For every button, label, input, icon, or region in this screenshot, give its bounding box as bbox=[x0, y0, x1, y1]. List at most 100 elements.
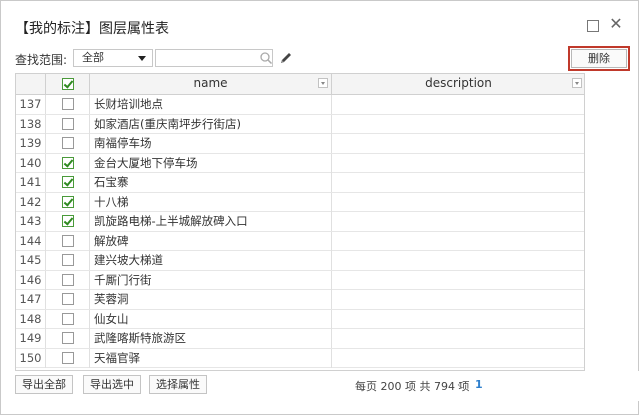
description-cell[interactable] bbox=[332, 251, 584, 270]
description-cell[interactable] bbox=[332, 271, 584, 290]
table-row[interactable]: 147 芙蓉洞 bbox=[16, 290, 584, 310]
select-all-header bbox=[46, 74, 90, 94]
row-number: 141 bbox=[16, 173, 46, 192]
row-checkbox[interactable] bbox=[62, 156, 74, 169]
fade-overlay bbox=[473, 371, 640, 401]
row-select-cell bbox=[46, 348, 90, 368]
table-row[interactable]: 149 武隆喀斯特旅游区 bbox=[16, 329, 584, 349]
name-cell[interactable]: 长财培训地点 bbox=[90, 95, 332, 114]
maximize-icon[interactable] bbox=[587, 20, 599, 32]
row-number: 150 bbox=[16, 348, 46, 368]
column-header-description-label: description bbox=[425, 76, 492, 90]
row-checkbox[interactable] bbox=[62, 215, 74, 227]
name-cell[interactable]: 千厮门行街 bbox=[90, 270, 332, 290]
chevron-down-icon bbox=[138, 56, 146, 61]
table-row[interactable]: 145 建兴坡大梯道 bbox=[16, 251, 584, 271]
description-cell[interactable] bbox=[332, 154, 584, 173]
table-row[interactable]: 143 凯旋路电梯-上半城解放碑入口 bbox=[16, 212, 584, 232]
name-cell[interactable]: 石宝寨 bbox=[90, 173, 332, 192]
row-number: 138 bbox=[16, 114, 46, 134]
row-select-cell bbox=[46, 290, 90, 309]
choose-attributes-button[interactable]: 选择属性 bbox=[149, 375, 207, 394]
row-select-cell bbox=[46, 212, 90, 231]
export-all-button[interactable]: 导出全部 bbox=[15, 375, 73, 394]
row-number: 139 bbox=[16, 134, 46, 153]
row-checkbox[interactable] bbox=[62, 117, 74, 130]
description-cell[interactable] bbox=[332, 232, 584, 251]
description-cell[interactable] bbox=[332, 115, 584, 134]
row-select-cell bbox=[46, 192, 90, 212]
row-select-cell bbox=[46, 309, 90, 329]
row-checkbox[interactable] bbox=[62, 312, 74, 325]
row-checkbox[interactable] bbox=[62, 351, 74, 364]
close-icon[interactable]: ✕ bbox=[609, 16, 623, 32]
name-cell[interactable]: 凯旋路电梯-上半城解放碑入口 bbox=[90, 212, 332, 231]
row-checkbox[interactable] bbox=[62, 273, 74, 286]
description-cell[interactable] bbox=[332, 290, 584, 309]
description-cell[interactable] bbox=[332, 134, 584, 153]
name-cell[interactable]: 南福停车场 bbox=[90, 134, 332, 153]
row-select-cell bbox=[46, 153, 90, 173]
scope-select[interactable]: 全部 bbox=[73, 49, 153, 67]
description-cell[interactable] bbox=[332, 193, 584, 212]
table-row[interactable]: 146 千厮门行街 bbox=[16, 270, 584, 290]
table-row[interactable]: 137 长财培训地点 bbox=[16, 95, 584, 115]
table-row[interactable]: 148 仙女山 bbox=[16, 309, 584, 329]
row-number: 148 bbox=[16, 309, 46, 329]
row-select-cell bbox=[46, 95, 90, 114]
name-cell[interactable]: 芙蓉洞 bbox=[90, 290, 332, 309]
name-cell[interactable]: 十八梯 bbox=[90, 192, 332, 212]
table-row[interactable]: 138 如家酒店(重庆南坪步行街店) bbox=[16, 114, 584, 134]
name-cell[interactable]: 解放碑 bbox=[90, 231, 332, 251]
row-checkbox[interactable] bbox=[62, 137, 74, 149]
table-row[interactable]: 142 十八梯 bbox=[16, 192, 584, 212]
name-cell[interactable]: 天福官驿 bbox=[90, 348, 332, 368]
row-select-cell bbox=[46, 251, 90, 270]
row-checkbox[interactable] bbox=[62, 254, 74, 266]
row-select-cell bbox=[46, 329, 90, 348]
name-cell[interactable]: 金台大厦地下停车场 bbox=[90, 153, 332, 173]
name-cell[interactable]: 如家酒店(重庆南坪步行街店) bbox=[90, 114, 332, 134]
row-checkbox[interactable] bbox=[62, 176, 74, 188]
table-row[interactable]: 140 金台大厦地下停车场 bbox=[16, 153, 584, 173]
description-cell[interactable] bbox=[332, 349, 584, 368]
name-cell[interactable]: 武隆喀斯特旅游区 bbox=[90, 329, 332, 348]
name-cell[interactable]: 建兴坡大梯道 bbox=[90, 251, 332, 270]
name-cell[interactable]: 仙女山 bbox=[90, 309, 332, 329]
row-select-cell bbox=[46, 270, 90, 290]
search-input[interactable] bbox=[155, 49, 273, 67]
description-cell[interactable] bbox=[332, 310, 584, 329]
select-all-checkbox[interactable] bbox=[62, 78, 74, 90]
row-number: 146 bbox=[16, 270, 46, 290]
row-number: 142 bbox=[16, 192, 46, 212]
export-selected-button[interactable]: 导出选中 bbox=[83, 375, 141, 394]
column-header-description[interactable]: description bbox=[332, 74, 584, 94]
filter-icon[interactable] bbox=[572, 78, 582, 88]
row-checkbox[interactable] bbox=[62, 98, 74, 110]
pagination-info: 每页 200 项 共 794 项 bbox=[355, 380, 470, 393]
column-header-name[interactable]: name bbox=[90, 74, 332, 94]
table-row[interactable]: 150 天福官驿 bbox=[16, 348, 584, 368]
search-icon[interactable] bbox=[259, 51, 273, 65]
attribute-table-dialog: 【我的标注】图层属性表 ✕ 查找范围: 全部 删除 name descripti… bbox=[0, 0, 640, 415]
prev-page-icon[interactable]: ‹ bbox=[457, 378, 461, 391]
description-cell[interactable] bbox=[332, 173, 584, 192]
attribute-table: name description 137 长财培训地点 138 如家酒店(重庆南坪步行… bbox=[15, 73, 585, 371]
row-checkbox[interactable] bbox=[62, 332, 74, 344]
row-number: 149 bbox=[16, 329, 46, 348]
description-cell[interactable] bbox=[332, 95, 584, 114]
row-checkbox[interactable] bbox=[62, 195, 74, 208]
row-number: 145 bbox=[16, 251, 46, 270]
delete-button[interactable]: 删除 bbox=[568, 46, 630, 71]
table-header: name description bbox=[16, 74, 584, 95]
row-checkbox[interactable] bbox=[62, 234, 74, 247]
table-row[interactable]: 139 南福停车场 bbox=[16, 134, 584, 154]
description-cell[interactable] bbox=[332, 329, 584, 348]
row-number: 137 bbox=[16, 95, 46, 114]
table-row[interactable]: 144 解放碑 bbox=[16, 231, 584, 251]
description-cell[interactable] bbox=[332, 212, 584, 231]
row-checkbox[interactable] bbox=[62, 293, 74, 305]
pencil-icon[interactable] bbox=[279, 51, 293, 65]
filter-icon[interactable] bbox=[318, 78, 328, 88]
table-row[interactable]: 141 石宝寨 bbox=[16, 173, 584, 193]
